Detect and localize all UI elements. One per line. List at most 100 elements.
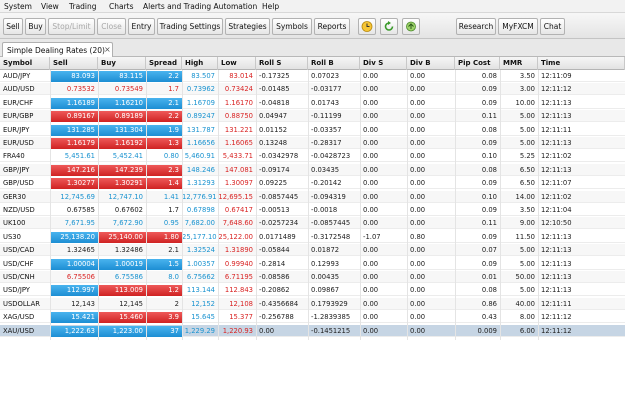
cell-buy[interactable]: 83.115 xyxy=(98,71,146,82)
cell-sell[interactable]: 1.00004 xyxy=(50,258,98,270)
cell-buy[interactable]: 0.89189 xyxy=(98,111,146,123)
menu-system[interactable]: System xyxy=(4,2,32,11)
menu-view[interactable]: View xyxy=(41,2,59,11)
cell-sell[interactable]: 12,745.69 xyxy=(50,191,98,203)
cell-div-b: 0.00 xyxy=(410,313,426,322)
table-row[interactable]: US30 25,138.20 25,140.00 1.80 25,177.10 25,12… xyxy=(0,231,625,243)
cell-sell[interactable]: 12,143 xyxy=(50,298,98,310)
table-row[interactable]: USD/CHF 1.00004 1.00019 1.5 1.00357 0.99940 -0… xyxy=(0,258,625,270)
table-row[interactable]: GER30 12,745.69 12,747.10 1.41 12,776.91 12,6… xyxy=(0,190,625,203)
myfxcm-button[interactable]: MyFXCM xyxy=(498,18,538,35)
table-row[interactable]: USDOLLAR 12,143 12,145 2 12,152 12,108 -0.4356… xyxy=(0,297,625,310)
close-tab-icon[interactable]: × xyxy=(104,45,111,54)
cell-buy[interactable]: 1,223.00 xyxy=(98,325,146,337)
cell-buy[interactable]: 1.16192 xyxy=(98,138,146,149)
cell-sell[interactable]: 0.89167 xyxy=(50,111,98,123)
cell-sell[interactable]: 131.285 xyxy=(50,124,98,136)
col-header-div-s[interactable]: Div S xyxy=(360,57,407,70)
recycle-icon[interactable] xyxy=(402,18,420,35)
col-header-sell[interactable]: Sell xyxy=(50,57,98,70)
table-row[interactable]: NZD/USD 0.67585 0.67602 1.7 0.67898 0.67417 -0… xyxy=(0,204,625,216)
cell-buy[interactable]: 131.304 xyxy=(98,124,146,136)
table-row[interactable]: UK100 7,671.95 7,672.90 0.95 7,682.00 7,648.6… xyxy=(0,217,625,230)
cell-buy[interactable]: 12,747.10 xyxy=(98,191,146,203)
cell-buy[interactable]: 1.30291 xyxy=(98,178,146,190)
sell-button[interactable]: Sell xyxy=(3,18,23,35)
table-row[interactable]: EUR/JPY 131.285 131.304 1.9 131.787 131.221 0.… xyxy=(0,124,625,136)
reports-button[interactable]: Reports xyxy=(314,18,350,35)
table-row[interactable]: XAG/USD 15.421 15.460 3.9 15.645 15.377 -0.256… xyxy=(0,311,625,324)
col-header-high[interactable]: High xyxy=(182,57,218,70)
cell-sell[interactable]: 6.75506 xyxy=(50,271,98,283)
clock-icon[interactable] xyxy=(358,18,376,35)
col-header-time[interactable]: Time xyxy=(538,57,625,70)
cell-sell[interactable]: 1.32465 xyxy=(50,244,98,256)
table-row[interactable]: GBP/USD 1.30277 1.30291 1.4 1.31293 1.30097 0.… xyxy=(0,177,625,190)
cell-div-s: 0.00 xyxy=(363,286,379,295)
cell-sell[interactable]: 83.093 xyxy=(50,71,98,82)
cell-buy[interactable]: 0.73549 xyxy=(98,83,146,95)
research-button[interactable]: Research xyxy=(456,18,496,35)
cell-sell[interactable]: 0.73532 xyxy=(50,83,98,95)
cell-sell[interactable]: 0.67585 xyxy=(50,204,98,216)
cell-buy[interactable]: 15.460 xyxy=(98,312,146,324)
table-row[interactable]: EUR/GBP 0.89167 0.89189 2.2 0.89247 0.88750 0.… xyxy=(0,110,625,123)
table-row[interactable]: AUD/JPY 83.093 83.115 2.2 83.507 83.014 -0.173… xyxy=(0,70,625,82)
cell-buy[interactable]: 113.009 xyxy=(98,285,146,297)
col-header-symbol[interactable]: Symbol xyxy=(0,57,50,70)
entry-button[interactable]: Entry xyxy=(128,18,155,35)
menu-help[interactable]: Help xyxy=(262,2,279,11)
tab-simple-dealing-rates[interactable]: Simple Dealing Rates (20) × xyxy=(2,42,113,57)
col-header-low[interactable]: Low xyxy=(218,57,256,70)
cell-buy[interactable]: 25,140.00 xyxy=(98,231,146,243)
refresh-icon[interactable] xyxy=(380,18,398,35)
cell-sell[interactable]: 1.16189 xyxy=(50,97,98,109)
symbols-button[interactable]: Symbols xyxy=(272,18,312,35)
cell-sell[interactable]: 25,138.20 xyxy=(50,231,98,243)
cell-buy[interactable]: 1.00019 xyxy=(98,258,146,270)
col-header-pip-cost[interactable]: Pip Cost xyxy=(455,57,500,70)
buy-button[interactable]: Buy xyxy=(25,18,46,35)
table-row[interactable]: EUR/CHF 1.16189 1.16210 2.1 1.16709 1.16170 -0… xyxy=(0,97,625,109)
cell-sell[interactable]: 112.997 xyxy=(50,285,98,297)
menu-trading[interactable]: Trading xyxy=(69,2,97,11)
table-row[interactable]: USD/JPY 112.997 113.009 1.2 113.144 112.843 -0… xyxy=(0,284,625,297)
cell-buy[interactable]: 6.75586 xyxy=(98,271,146,283)
table-row[interactable]: EUR/USD 1.16179 1.16192 1.3 1.16656 1.16065 0.… xyxy=(0,137,625,149)
cell-buy[interactable]: 1.32486 xyxy=(98,244,146,256)
table-row[interactable]: FRA40 5,451.61 5,452.41 0.80 5,460.91 5,433.7… xyxy=(0,150,625,163)
col-header-roll-b[interactable]: Roll B xyxy=(308,57,360,70)
cell-sell[interactable]: 1,222.63 xyxy=(50,325,98,337)
col-header-label: Pip Cost xyxy=(458,59,491,67)
cell-buy[interactable]: 5,452.41 xyxy=(98,150,146,162)
col-header-roll-s[interactable]: Roll S xyxy=(256,57,308,70)
cell-buy[interactable]: 1.16210 xyxy=(98,97,146,109)
cell-sell[interactable]: 1.30277 xyxy=(50,178,98,190)
cell-buy[interactable]: 7,672.90 xyxy=(98,217,146,229)
cell-sell[interactable]: 15.421 xyxy=(50,312,98,324)
cell-time: 12:11:12 xyxy=(541,313,572,322)
stop-limit-button[interactable]: Stop/Limit xyxy=(48,18,95,35)
cell-sell[interactable]: 147.216 xyxy=(50,164,98,176)
col-header-div-b[interactable]: Div B xyxy=(407,57,455,70)
cell-buy[interactable]: 147.239 xyxy=(98,164,146,176)
table-row[interactable]: XAU/USD 1,222.63 1,223.00 37 1,229.29 1,220.9… xyxy=(0,324,625,337)
table-row[interactable]: AUD/USD 0.73532 0.73549 1.7 0.73962 0.73424 -0… xyxy=(0,83,625,96)
col-header-spread[interactable]: Spread xyxy=(146,57,182,70)
table-row[interactable]: GBP/JPY 147.216 147.239 2.3 148.246 147.081 -0… xyxy=(0,163,625,176)
menu-charts[interactable]: Charts xyxy=(109,2,134,11)
cell-sell[interactable]: 1.16179 xyxy=(50,138,98,149)
table-row[interactable]: USD/CNH 6.75506 6.75586 8.0 6.75662 6.71195 -0… xyxy=(0,271,625,283)
chat-button[interactable]: Chat xyxy=(540,18,565,35)
cell-sell[interactable]: 5,451.61 xyxy=(50,150,98,162)
strategies-button[interactable]: Strategies xyxy=(225,18,270,35)
cell-buy[interactable]: 0.67602 xyxy=(98,204,146,216)
col-header-mmr[interactable]: MMR xyxy=(500,57,538,70)
table-row[interactable]: USD/CAD 1.32465 1.32486 2.1 1.32524 1.31890 -0… xyxy=(0,244,625,257)
col-header-buy[interactable]: Buy xyxy=(98,57,146,70)
cell-buy[interactable]: 12,145 xyxy=(98,298,146,310)
menu-alerts[interactable]: Alerts and Trading Automation xyxy=(143,2,257,11)
trading-settings-button[interactable]: Trading Settings xyxy=(157,18,223,35)
close-button[interactable]: Close xyxy=(97,18,126,35)
cell-sell[interactable]: 7,671.95 xyxy=(50,217,98,229)
